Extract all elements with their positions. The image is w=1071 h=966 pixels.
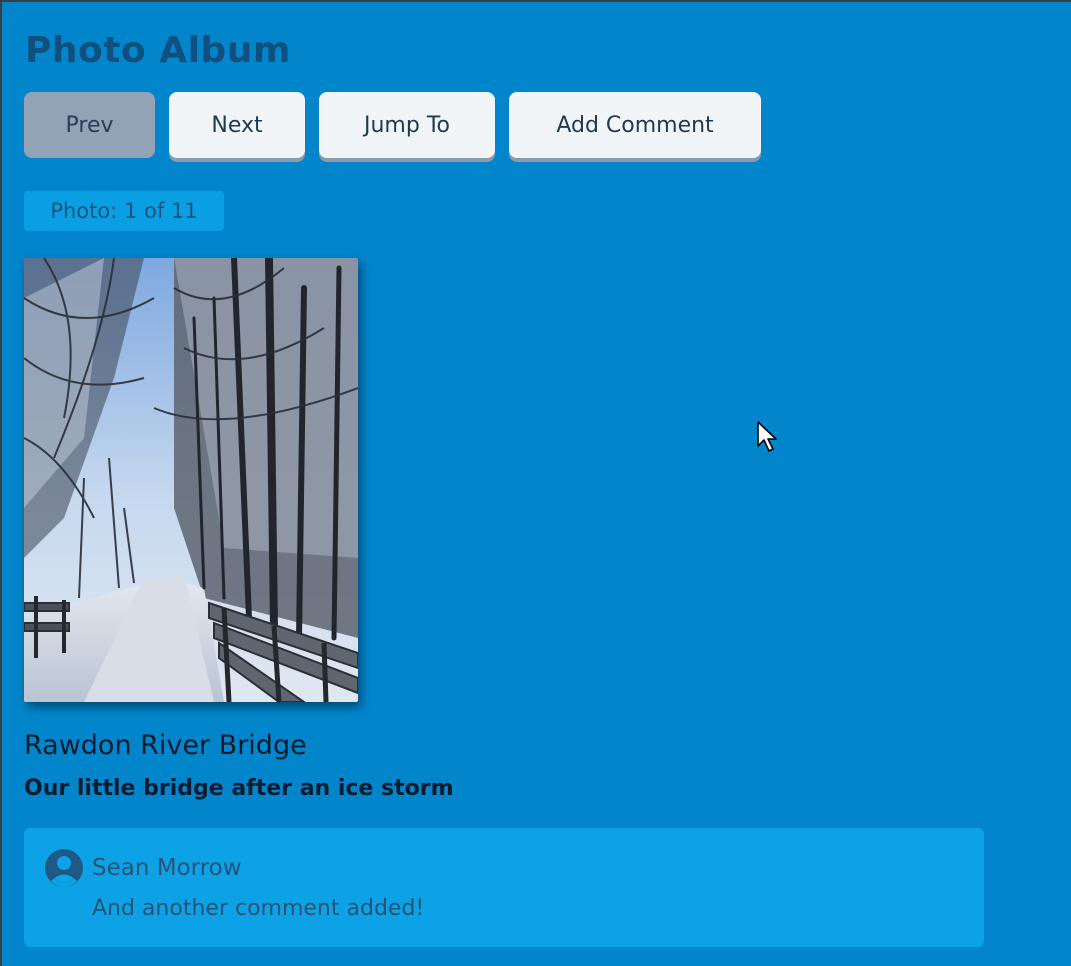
photo-title: Rawdon River Bridge [24,730,307,761]
jump-to-button[interactable]: Jump To [319,92,495,158]
prev-button[interactable]: Prev [24,92,155,158]
add-comment-button[interactable]: Add Comment [509,92,761,158]
comment-card: Sean Morrow And another comment added! [24,828,984,947]
photo-counter: Photo: 1 of 11 [24,191,224,231]
next-button[interactable]: Next [169,92,305,158]
photo-description: Our little bridge after an ice storm [24,776,454,801]
photo-image [24,258,358,702]
toolbar: Prev Next Jump To Add Comment [24,92,761,158]
mouse-cursor-icon [757,421,777,452]
comment-author: Sean Morrow [92,855,242,881]
comment-text: And another comment added! [92,896,425,921]
user-avatar-icon [45,849,83,887]
page-title: Photo Album [25,30,291,71]
